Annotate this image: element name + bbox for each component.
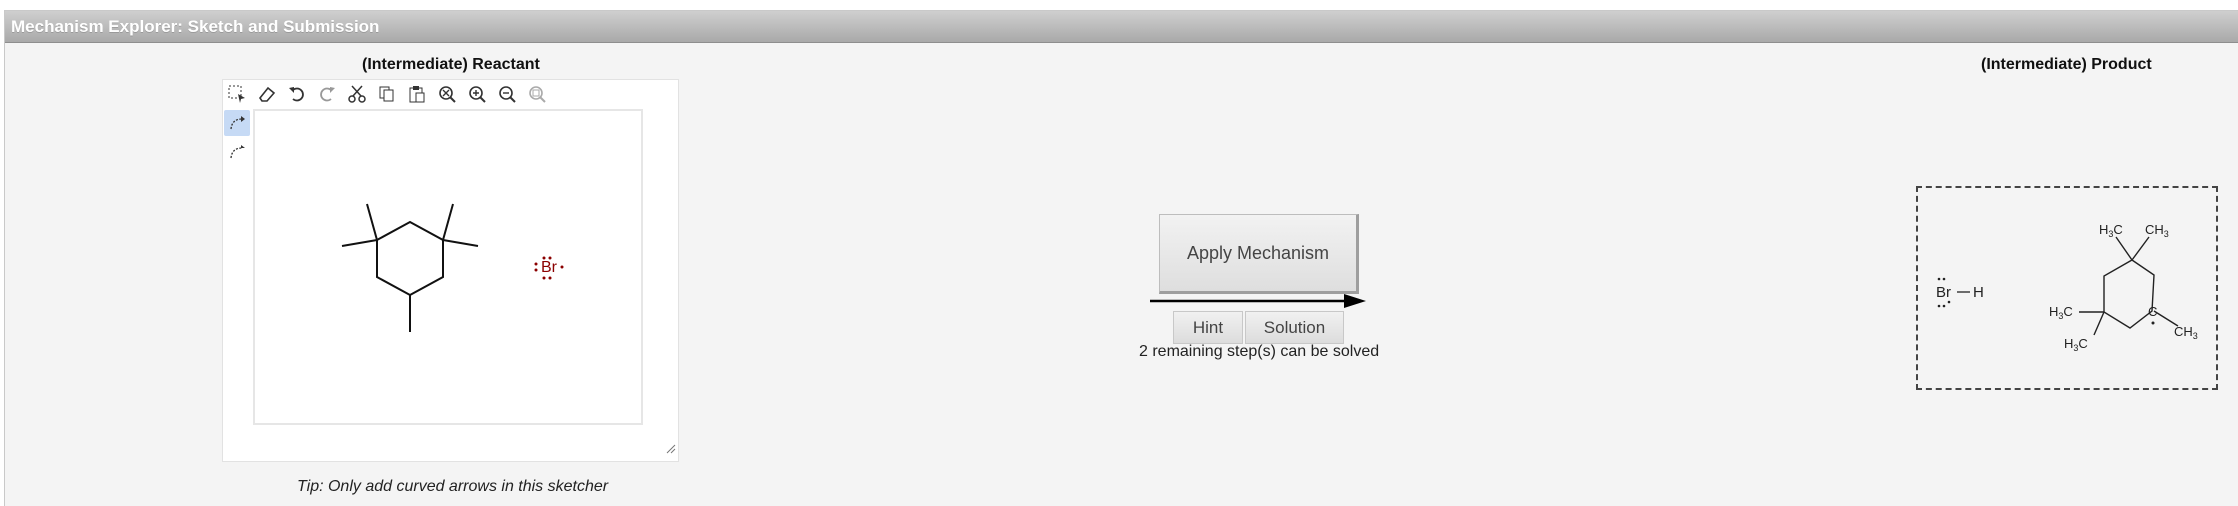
curved-arrow-single-electron-icon[interactable] — [224, 139, 250, 165]
reactant-sketcher[interactable]: Br — [222, 79, 679, 462]
svg-text:H3C: H3C — [2064, 336, 2088, 353]
solution-button[interactable]: Solution — [1245, 311, 1344, 344]
svg-text:H3C: H3C — [2099, 222, 2123, 239]
reactant-heading: (Intermediate) Reactant — [362, 56, 540, 73]
select-icon[interactable] — [224, 81, 250, 107]
svg-text:H3C: H3C — [2049, 304, 2073, 321]
zoom-fit-icon[interactable] — [524, 81, 550, 107]
cut-icon[interactable] — [344, 81, 370, 107]
redo-icon[interactable] — [314, 81, 340, 107]
radical-dot — [2151, 321, 2155, 325]
curved-arrow-electron-pair-icon[interactable] — [224, 110, 250, 136]
undo-icon[interactable] — [284, 81, 310, 107]
clear-icon[interactable] — [434, 81, 460, 107]
radical-carbon-label: C — [2148, 304, 2157, 319]
hint-button[interactable]: Hint — [1173, 311, 1243, 344]
bromide-label: Br — [541, 259, 558, 276]
eraser-icon[interactable] — [254, 81, 280, 107]
product-structure-box: Br H H3C CH3 H3C H3C CH3 C — [1916, 186, 2218, 390]
product-br-label: Br — [1936, 284, 1951, 301]
remaining-steps-status: 2 remaining step(s) can be solved — [1139, 343, 1380, 360]
reaction-arrow-icon — [1150, 294, 1366, 308]
reactant-molecule: Br — [341, 203, 564, 332]
zoom-in-icon[interactable] — [464, 81, 490, 107]
copy-icon[interactable] — [374, 81, 400, 107]
resize-handle-icon[interactable] — [666, 441, 676, 459]
sketcher-tip: Tip: Only add curved arrows in this sket… — [297, 478, 609, 495]
svg-text:CH3: CH3 — [2174, 324, 2198, 341]
svg-text:CH3: CH3 — [2145, 222, 2169, 239]
zoom-out-icon[interactable] — [494, 81, 520, 107]
product-molecule: Br H H3C CH3 H3C H3C CH3 C — [1936, 222, 2198, 353]
paste-icon[interactable] — [404, 81, 430, 107]
sketcher-canvas[interactable]: Br — [253, 109, 643, 425]
apply-mechanism-button[interactable]: Apply Mechanism — [1159, 214, 1359, 294]
window-title: Mechanism Explorer: Sketch and Submissio… — [5, 11, 2238, 43]
product-h-label: H — [1973, 284, 1984, 301]
product-heading: (Intermediate) Product — [1981, 56, 2152, 73]
